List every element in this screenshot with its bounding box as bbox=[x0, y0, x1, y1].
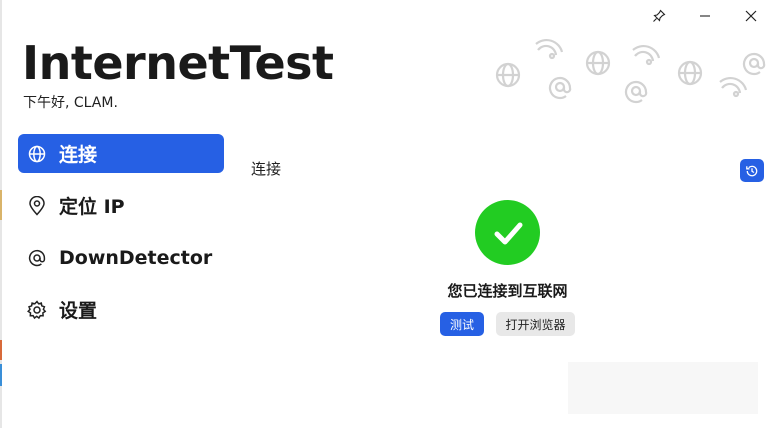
close-button[interactable] bbox=[731, 4, 771, 28]
minimize-button[interactable] bbox=[685, 4, 725, 28]
history-button[interactable] bbox=[740, 159, 764, 182]
minimize-icon bbox=[700, 15, 710, 17]
open-browser-button[interactable]: 打开浏览器 bbox=[496, 312, 575, 336]
connection-status-text: 您已连接到互联网 bbox=[447, 282, 568, 300]
window-left-edge bbox=[0, 0, 2, 428]
history-icon bbox=[746, 165, 758, 176]
nav-item-connection[interactable]: 连接 bbox=[18, 134, 224, 173]
globe-icon bbox=[585, 50, 611, 76]
greeting-text: 下午好, CLAM. bbox=[23, 95, 118, 111]
pin-button[interactable] bbox=[639, 4, 679, 28]
at-icon bbox=[742, 52, 766, 76]
app-title: InternetTest bbox=[22, 36, 334, 90]
test-button[interactable]: 测试 bbox=[440, 312, 484, 336]
wifi-icon bbox=[632, 45, 661, 66]
globe-icon bbox=[495, 62, 521, 88]
at-icon bbox=[548, 76, 572, 100]
background-panel bbox=[568, 362, 758, 414]
at-icon bbox=[27, 248, 47, 268]
globe-icon bbox=[27, 144, 47, 164]
nav-item-label: 连接 bbox=[59, 144, 98, 166]
window-controls bbox=[639, 4, 771, 28]
wifi-icon bbox=[719, 77, 748, 98]
nav-item-label: 定位 IP bbox=[59, 196, 125, 218]
section-title: 连接 bbox=[251, 160, 282, 178]
nav-item-label: DownDetector bbox=[59, 246, 213, 269]
at-icon bbox=[624, 80, 648, 104]
connection-status-indicator bbox=[475, 200, 540, 265]
nav-item-locate-ip[interactable]: 定位 IP bbox=[18, 186, 224, 225]
wifi-icon bbox=[535, 39, 564, 60]
nav-item-settings[interactable]: 设置 bbox=[18, 290, 224, 329]
sidebar-nav: 连接 定位 IP DownDetector 设置 bbox=[18, 134, 224, 342]
gear-icon bbox=[27, 299, 47, 320]
location-pin-icon bbox=[27, 195, 47, 216]
globe-icon bbox=[677, 60, 703, 86]
checkmark-icon bbox=[494, 222, 522, 244]
pin-icon bbox=[653, 9, 666, 22]
nav-item-downdetector[interactable]: DownDetector bbox=[18, 238, 224, 277]
nav-item-label: 设置 bbox=[59, 300, 98, 322]
close-icon bbox=[745, 10, 757, 22]
decorative-pattern bbox=[495, 39, 766, 104]
